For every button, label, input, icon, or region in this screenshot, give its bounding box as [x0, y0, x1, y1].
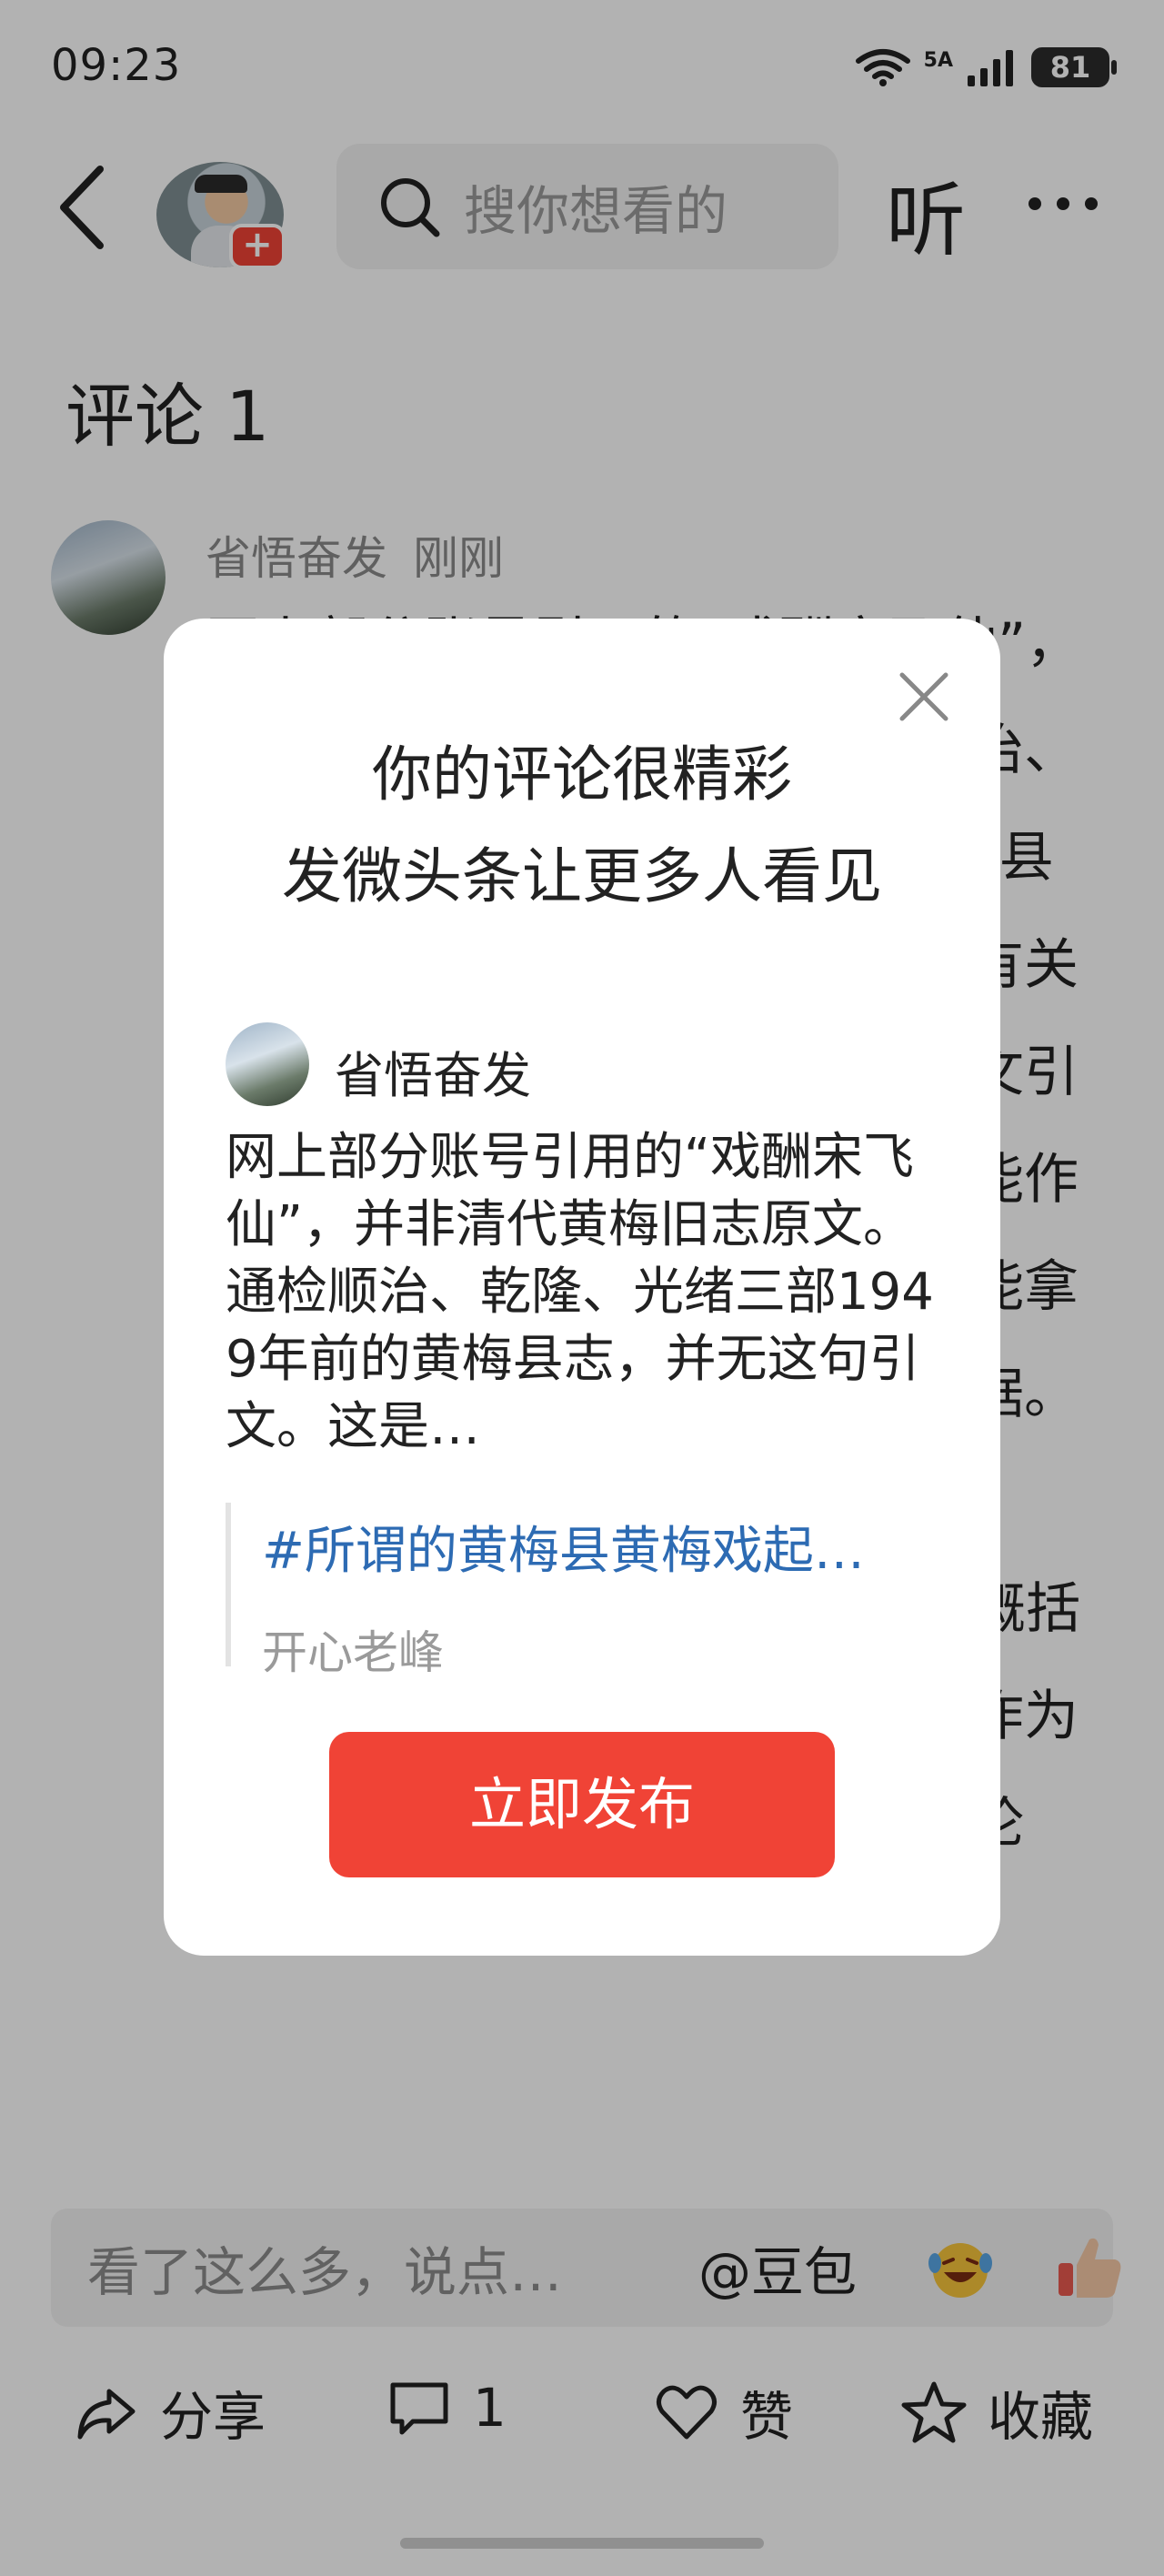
dialog-title: 你的评论很精彩 发微头条让更多人看见: [164, 724, 1000, 928]
close-icon[interactable]: [897, 669, 951, 724]
preview-avatar: [226, 1022, 309, 1106]
preview-quote: #所谓的黄梅县黄梅戏起… 开心老峰: [226, 1503, 935, 1679]
quote-author: 开心老峰: [262, 1626, 444, 1679]
dialog-title-line2: 发微头条让更多人看见: [282, 841, 882, 911]
publish-dialog: 你的评论很精彩 发微头条让更多人看见 省悟奋发 网上部分账号引用的“戏酬宋飞仙”…: [164, 619, 1000, 1956]
publish-button[interactable]: 立即发布: [329, 1732, 835, 1877]
dialog-title-line1: 你的评论很精彩: [372, 740, 792, 810]
preview-username: 省悟奋发: [335, 1047, 531, 1104]
quote-topic-link[interactable]: #所谓的黄梅县黄梅戏起…: [262, 1503, 935, 1584]
preview-text: 网上部分账号引用的“戏酬宋飞仙”，并非清代黄梅旧志原文。通检顺治、乾隆、光绪三部…: [226, 1128, 934, 1456]
